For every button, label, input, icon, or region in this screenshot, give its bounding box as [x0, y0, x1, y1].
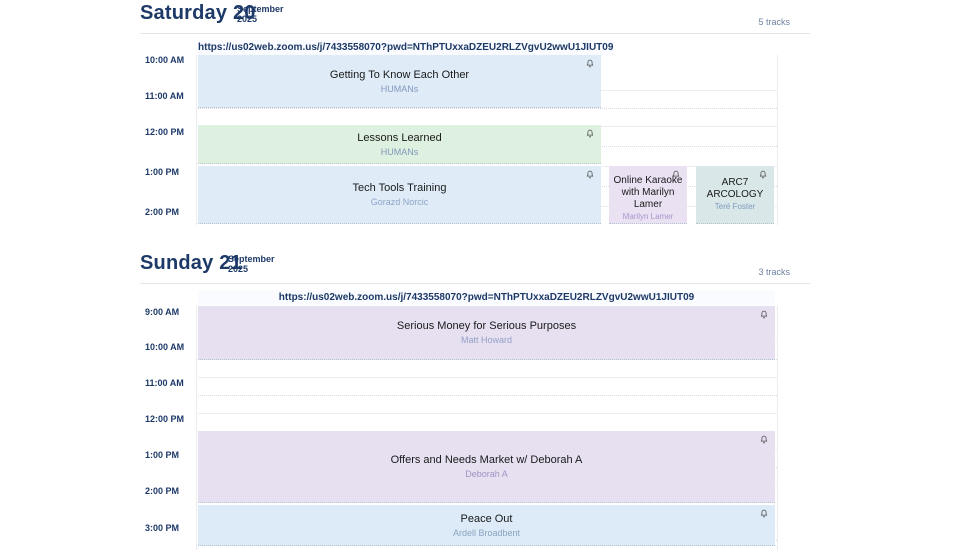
- event-title: Getting To Know Each Other: [330, 69, 469, 82]
- time-label: 9:00 AM: [145, 307, 179, 317]
- time-label: 10:00 AM: [145, 342, 184, 352]
- half-hour-gridline: [198, 395, 777, 396]
- event-presenter[interactable]: Teré Foster: [715, 202, 755, 212]
- time-label: 2:00 PM: [145, 486, 179, 496]
- event-block[interactable]: Offers and Needs Market w/ Deborah A Deb…: [198, 431, 775, 503]
- notification-bell-icon[interactable]: [759, 309, 769, 320]
- section-divider: [140, 33, 810, 34]
- notification-bell-icon[interactable]: [759, 508, 769, 519]
- date-subtitle: September 2025: [228, 254, 275, 274]
- time-label: 11:00 AM: [145, 91, 184, 101]
- event-block[interactable]: Serious Money for Serious Purposes Matt …: [198, 306, 775, 360]
- time-label: 2:00 PM: [145, 207, 179, 217]
- time-label: 1:00 PM: [145, 167, 179, 177]
- date-year: 2025: [237, 14, 284, 24]
- tracks-count: 3 tracks: [700, 267, 790, 277]
- grid-left-border: [196, 306, 197, 550]
- time-label: 10:00 AM: [145, 55, 184, 65]
- time-label: 3:00 PM: [145, 523, 179, 533]
- event-presenter[interactable]: HUMANs: [381, 84, 419, 94]
- section-divider: [140, 283, 810, 284]
- notification-bell-icon[interactable]: [585, 169, 595, 180]
- date-month: September: [237, 4, 284, 14]
- hour-gridline: [198, 377, 777, 378]
- event-block[interactable]: Peace Out Ardell Broadbent: [198, 505, 775, 546]
- notification-bell-icon[interactable]: [758, 169, 768, 180]
- notification-bell-icon[interactable]: [585, 128, 595, 139]
- event-block[interactable]: Lessons Learned HUMANs: [198, 125, 601, 164]
- tracks-count: 5 tracks: [700, 17, 790, 27]
- time-label: 12:00 PM: [145, 414, 184, 424]
- half-hour-gridline: [198, 108, 777, 109]
- day-title: Sunday 21: [140, 252, 242, 275]
- event-title: Online Karaoke with Marilyn Lamer: [609, 175, 687, 211]
- event-presenter[interactable]: Deborah A: [465, 469, 508, 479]
- event-block[interactable]: ARC7 ARCOLOGY Teré Foster: [696, 166, 774, 224]
- hour-gridline: [198, 413, 777, 414]
- event-presenter[interactable]: Ardell Broadbent: [453, 528, 520, 538]
- event-presenter[interactable]: HUMANs: [381, 147, 419, 157]
- grid-right-border: [777, 306, 778, 550]
- event-title: Tech Tools Training: [353, 182, 447, 195]
- event-presenter[interactable]: Marilyn Lamer: [623, 212, 674, 222]
- event-title: ARC7 ARCOLOGY: [696, 177, 774, 201]
- event-title: Lessons Learned: [357, 132, 441, 145]
- notification-bell-icon[interactable]: [585, 58, 595, 69]
- event-presenter[interactable]: Matt Howard: [461, 335, 512, 345]
- day-section-saturday: Saturday 20 September 2025 5 tracks http…: [0, 0, 978, 250]
- zoom-link[interactable]: https://us02web.zoom.us/j/7433558070?pwd…: [198, 40, 613, 55]
- event-title: Serious Money for Serious Purposes: [397, 320, 576, 333]
- date-subtitle: September 2025: [237, 4, 284, 24]
- time-label: 1:00 PM: [145, 450, 179, 460]
- event-title: Offers and Needs Market w/ Deborah A: [391, 454, 583, 467]
- grid-right-border: [777, 55, 778, 225]
- zoom-link[interactable]: https://us02web.zoom.us/j/7433558070?pwd…: [198, 290, 775, 305]
- date-month: September: [228, 254, 275, 264]
- grid-left-border: [196, 55, 197, 225]
- event-block[interactable]: Tech Tools Training Gorazd Norcic: [198, 166, 601, 224]
- event-block[interactable]: Getting To Know Each Other HUMANs: [198, 55, 601, 108]
- time-label: 11:00 AM: [145, 378, 184, 388]
- event-title: Peace Out: [461, 513, 513, 526]
- notification-bell-icon[interactable]: [759, 434, 769, 445]
- time-label: 12:00 PM: [145, 127, 184, 137]
- day-section-sunday: Sunday 21 September 2025 3 tracks https:…: [0, 250, 978, 550]
- date-year: 2025: [228, 264, 275, 274]
- event-block[interactable]: Online Karaoke with Marilyn Lamer Marily…: [609, 166, 687, 224]
- notification-bell-icon[interactable]: [671, 169, 681, 180]
- event-presenter[interactable]: Gorazd Norcic: [371, 197, 429, 207]
